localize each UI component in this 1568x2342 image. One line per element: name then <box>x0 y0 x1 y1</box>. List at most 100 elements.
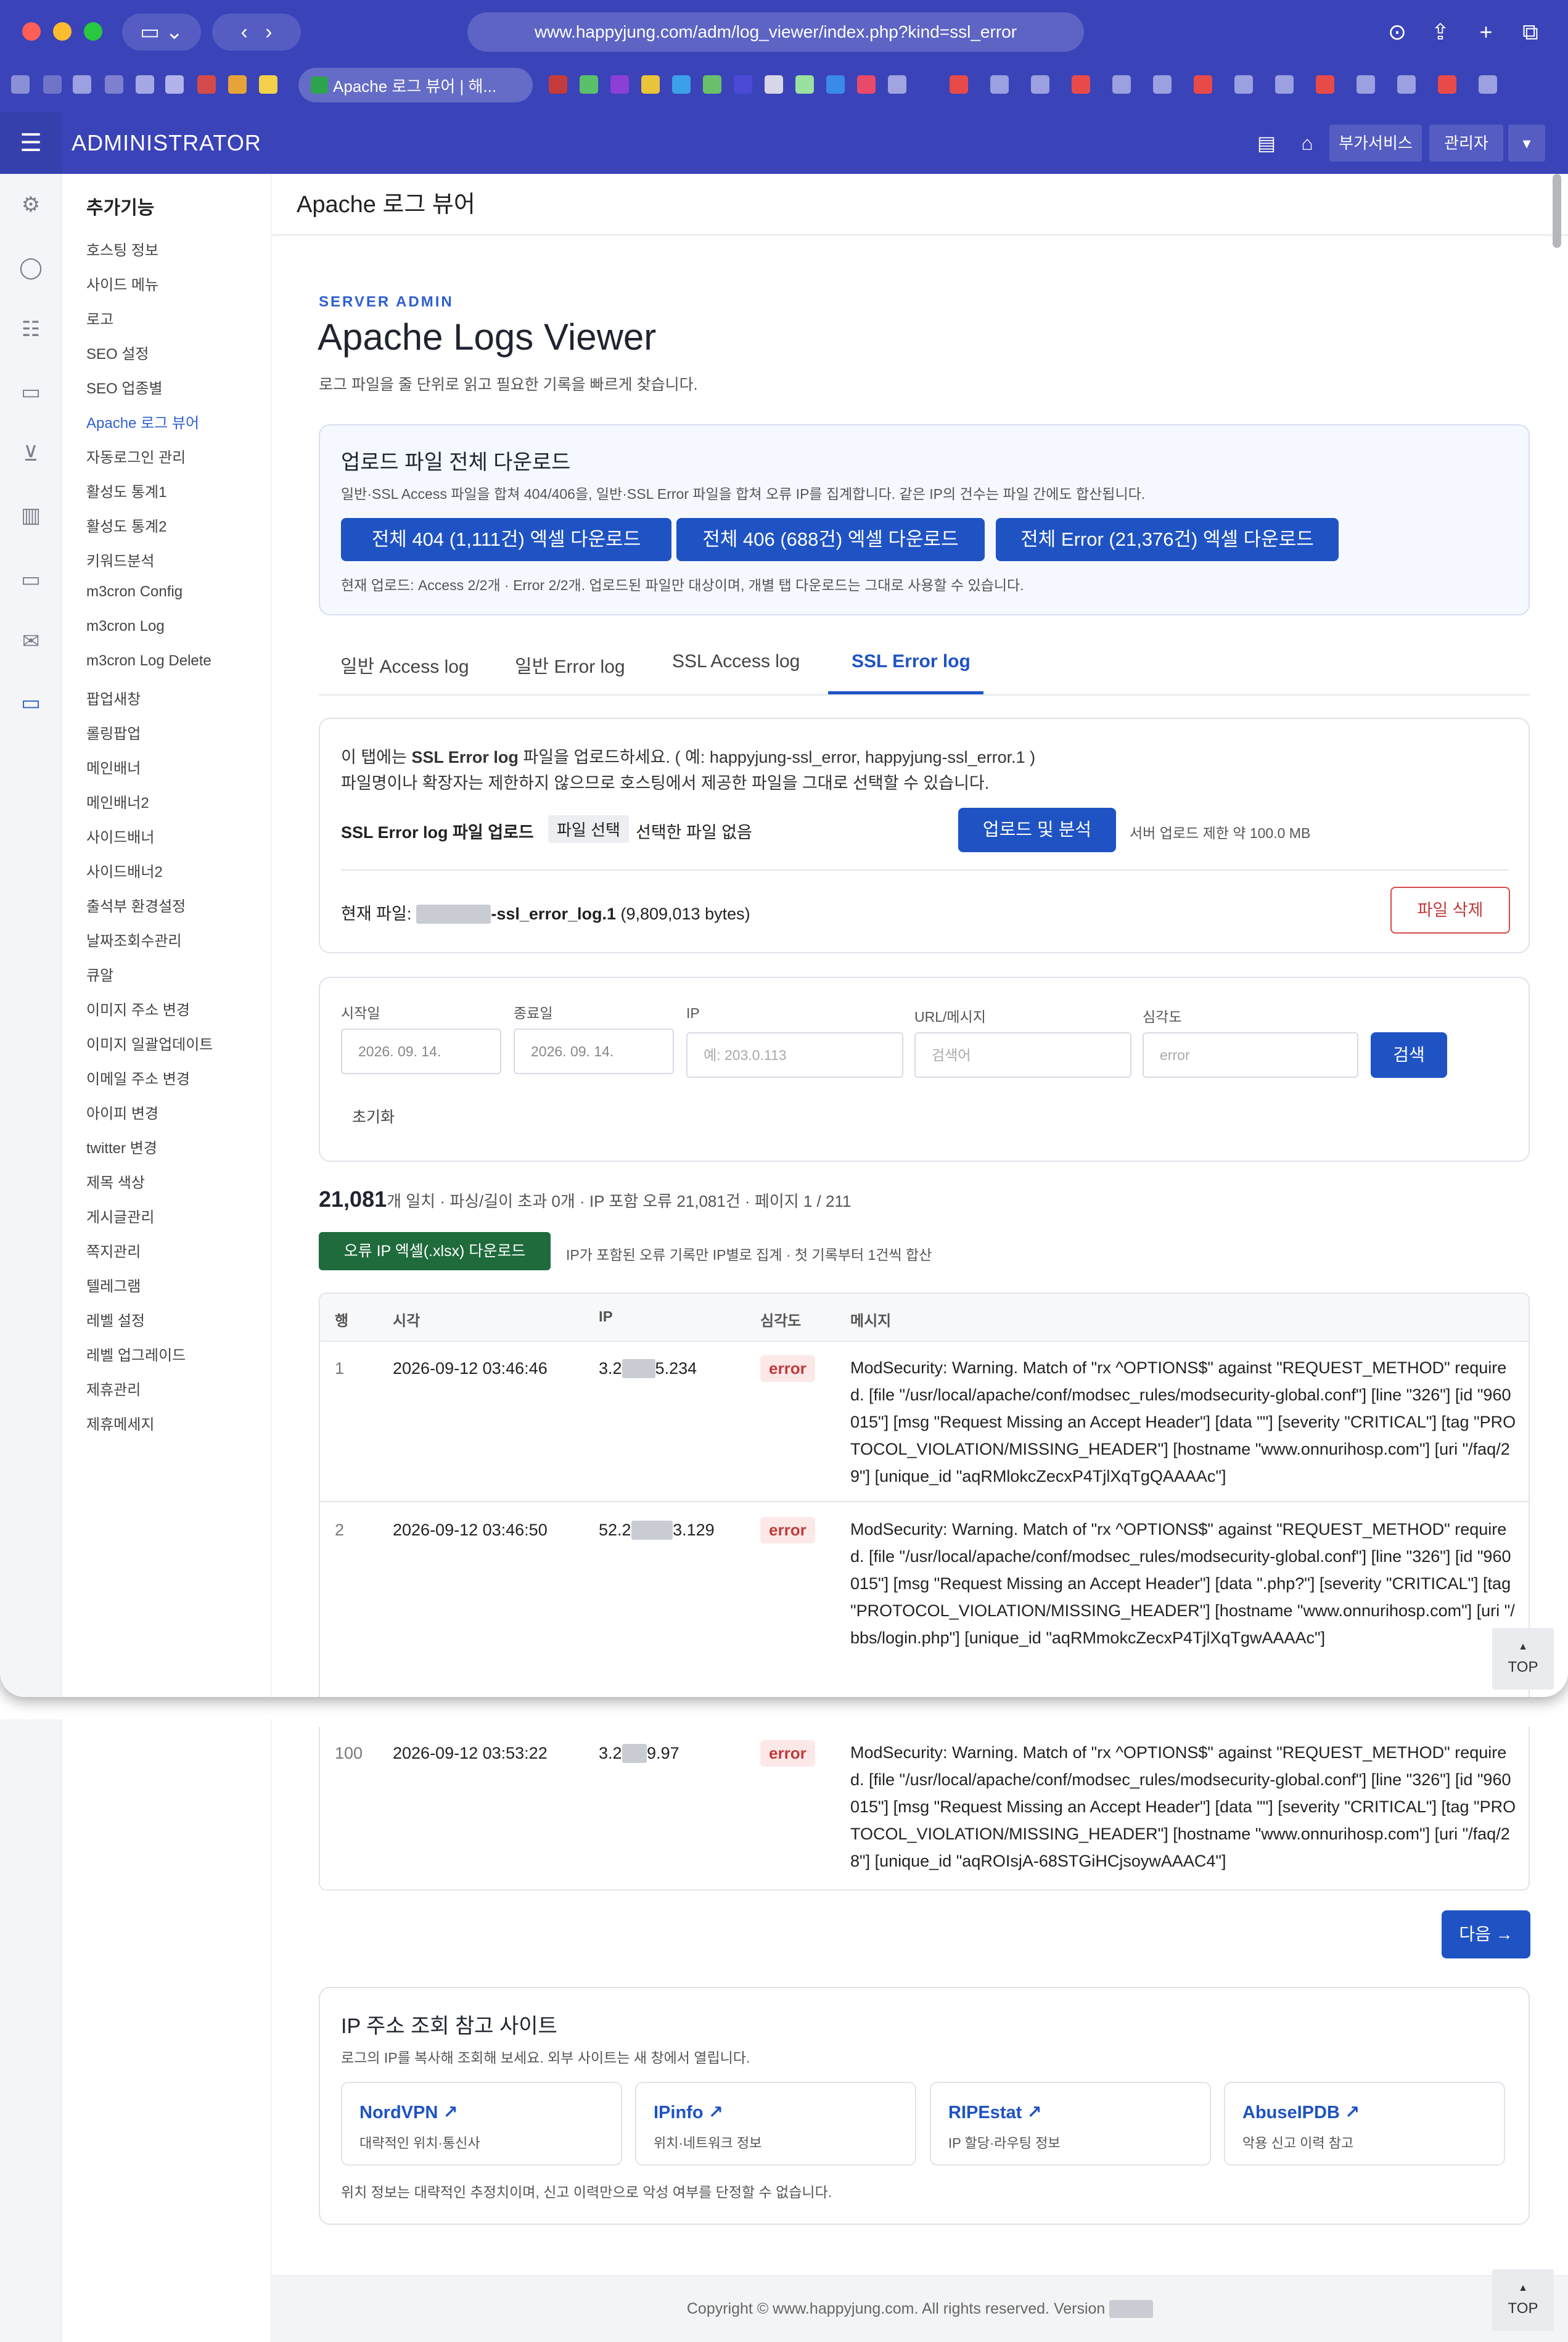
close-window-button[interactable] <box>22 22 41 41</box>
sidebar-item[interactable]: 아이피 변경 <box>86 1101 158 1123</box>
sidebar-item[interactable]: 제목 색상 <box>86 1170 145 1192</box>
sidebar-item[interactable]: 팝업새창 <box>86 687 141 709</box>
scroll-top-button[interactable]: TOP <box>1492 1628 1554 1690</box>
bookmark-favicon-icon[interactable] <box>228 75 247 94</box>
bookmark-favicon-icon[interactable] <box>826 75 845 94</box>
bookmark-favicon-icon[interactable] <box>672 75 691 94</box>
start-date-input[interactable]: 2026. 09. 14. <box>341 1029 501 1074</box>
bookmark-favicon-icon[interactable] <box>165 75 184 94</box>
bookmark-favicon-icon[interactable] <box>795 75 814 94</box>
sidebar-item[interactable]: SEO 설정 <box>86 342 149 363</box>
service-button[interactable]: 부가서비스 <box>1329 125 1422 162</box>
bookmark-favicon-icon[interactable] <box>1031 75 1049 94</box>
download-406-button[interactable]: 전체 406 (688건) 엑셀 다운로드 <box>676 518 985 561</box>
tab-general-access[interactable]: 일반 Access log <box>340 651 469 678</box>
sidebar-item[interactable]: 제휴메세지 <box>86 1412 154 1434</box>
sidebar-item[interactable]: 큐알 <box>86 963 113 985</box>
bookmark-favicon-icon[interactable] <box>765 75 783 94</box>
bookmark-favicon-icon[interactable] <box>641 75 660 94</box>
scrollbar[interactable] <box>1553 174 1561 248</box>
ip-input[interactable]: 예: 203.0.113 <box>686 1032 903 1078</box>
sidebar-item[interactable]: m3cron Log Delete <box>86 652 211 670</box>
url-input[interactable]: 검색어 <box>914 1032 1131 1078</box>
sidebar-item[interactable]: 호스팅 정보 <box>86 238 158 260</box>
upload-analyze-button[interactable]: 업로드 및 분석 <box>958 808 1116 852</box>
sidebar-item[interactable]: 사이드배너2 <box>86 860 163 881</box>
bookmark-favicon-icon[interactable] <box>857 75 876 94</box>
bookmark-favicon-icon[interactable] <box>580 75 598 94</box>
bookmark-favicon-icon[interactable] <box>549 75 567 94</box>
bookmark-favicon-icon[interactable] <box>197 75 216 94</box>
sidebar-item[interactable]: 제휴관리 <box>86 1378 141 1399</box>
sidebar-item[interactable]: 키워드분석 <box>86 549 154 570</box>
site-link-ipinfo[interactable]: IPinfo ↗ 위치·네트워크 정보 <box>635 2082 916 2166</box>
reset-link[interactable]: 초기화 <box>352 1105 395 1127</box>
sidebar-item[interactable]: 활성도 통계2 <box>86 514 166 536</box>
minimize-window-button[interactable] <box>53 22 72 41</box>
file-select-button[interactable]: 파일 선택 <box>548 815 629 843</box>
bookmark-favicon-icon[interactable] <box>950 75 968 94</box>
bookmark-favicon-icon[interactable] <box>1153 75 1172 94</box>
menu-collapse-icon[interactable]: ☰ <box>0 112 62 174</box>
download-error-button[interactable]: 전체 Error (21,376건) 엑셀 다운로드 <box>996 518 1339 561</box>
sidebar-item[interactable]: 텔레그램 <box>86 1274 141 1296</box>
sidebar-item[interactable]: 활성도 통계1 <box>86 480 166 501</box>
home-icon[interactable]: ⌂ <box>1294 129 1321 157</box>
zoom-window-button[interactable] <box>84 22 102 41</box>
bookmark-favicon-icon[interactable] <box>1072 75 1090 94</box>
bookmark-favicon-icon[interactable] <box>43 75 62 94</box>
gear-icon[interactable]: ⚙ <box>16 190 46 220</box>
sidebar-item[interactable]: 레벨 설정 <box>86 1309 145 1330</box>
downloads-icon[interactable]: ⊙ <box>1384 18 1411 46</box>
sidebar-item[interactable]: m3cron Log <box>86 618 165 635</box>
bookmark-favicon-icon[interactable] <box>990 75 1009 94</box>
sidebar-item[interactable]: 로고 <box>86 307 113 329</box>
bookmark-favicon-icon[interactable] <box>136 75 154 94</box>
sidebar-item[interactable]: Apache 로그 뷰어 <box>86 411 199 432</box>
delete-file-button[interactable]: 파일 삭제 <box>1390 887 1510 934</box>
next-page-button[interactable]: 다음 → <box>1442 1910 1530 1958</box>
site-link-ripestat[interactable]: RIPEstat ↗ IP 할당·라우팅 정보 <box>930 2082 1211 2166</box>
excel-download-button[interactable]: 오류 IP 엑셀(.xlsx) 다운로드 <box>319 1232 551 1270</box>
bookmark-favicon-icon[interactable] <box>734 75 752 94</box>
bookmark-favicon-icon[interactable] <box>888 75 906 94</box>
folder-active-icon[interactable]: ▭ <box>16 688 46 718</box>
bookmark-favicon-icon[interactable] <box>259 75 277 94</box>
admin-dropdown-button[interactable]: ▾ <box>1508 125 1545 162</box>
bookmark-favicon-icon[interactable] <box>73 75 91 94</box>
sidebar-item[interactable]: 이미지 주소 변경 <box>86 998 190 1019</box>
bookmark-favicon-icon[interactable] <box>1397 75 1416 94</box>
site-link-nordvpn[interactable]: NordVPN ↗ 대략적인 위치·통신사 <box>341 2082 622 2166</box>
bookmark-favicon-icon[interactable] <box>1275 75 1294 94</box>
bookmark-favicon-icon[interactable] <box>1479 75 1497 94</box>
sidebar-item[interactable]: 이메일 주소 변경 <box>86 1067 190 1088</box>
folder-icon[interactable]: ▭ <box>16 377 46 407</box>
site-link-abuseipdb[interactable]: AbuseIPDB ↗ 악용 신고 이력 참고 <box>1224 2082 1505 2166</box>
user-icon[interactable]: ◯ <box>16 253 46 282</box>
bookmark-favicon-icon[interactable] <box>1234 75 1253 94</box>
bookmark-favicon-icon[interactable] <box>1357 75 1375 94</box>
bookmark-favicon-icon[interactable] <box>610 75 629 94</box>
mail-icon[interactable]: ✉ <box>16 627 46 656</box>
sidebar-item[interactable]: 게시글관리 <box>86 1205 154 1226</box>
sidebar-item[interactable]: 자동로그인 관리 <box>86 445 186 467</box>
list-icon[interactable]: ☷ <box>16 314 46 344</box>
address-bar[interactable]: www.happyjung.com/adm/log_viewer/index.p… <box>467 12 1084 52</box>
sidebar-item[interactable]: 사이드 메뉴 <box>86 273 158 294</box>
bookmark-favicon-icon[interactable] <box>105 75 123 94</box>
end-date-input[interactable]: 2026. 09. 14. <box>514 1029 674 1074</box>
bookmark-favicon-icon[interactable] <box>1316 75 1334 94</box>
severity-input[interactable]: error <box>1143 1032 1358 1078</box>
scroll-top-button-lower[interactable]: TOP <box>1492 2269 1554 2331</box>
search-button[interactable]: 검색 <box>1371 1032 1447 1078</box>
sidebar-item[interactable]: 메인배너2 <box>86 791 149 812</box>
sidebar-item[interactable]: 이미지 일괄업데이트 <box>86 1032 213 1054</box>
sidebar-item[interactable]: SEO 업종별 <box>86 376 163 398</box>
new-tab-icon[interactable]: + <box>1472 18 1500 46</box>
sidebar-item[interactable]: 사이드배너 <box>86 825 154 847</box>
sidebar-item[interactable]: m3cron Config <box>86 583 183 601</box>
bookmark-favicon-icon[interactable] <box>1438 75 1456 94</box>
tab-ssl-access[interactable]: SSL Access log <box>672 651 800 672</box>
share-icon[interactable]: ⇪ <box>1427 18 1454 46</box>
bookmark-favicon-icon[interactable] <box>1112 75 1131 94</box>
